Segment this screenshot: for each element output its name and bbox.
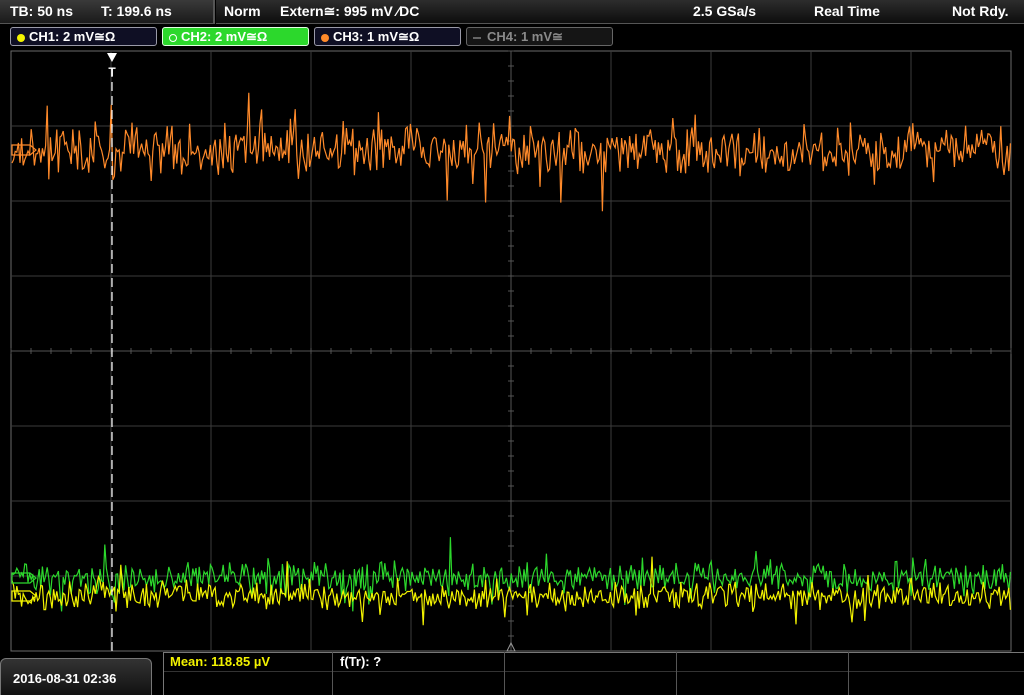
- trigger-markers[interactable]: T: [11, 53, 516, 652]
- frequency-measurement[interactable]: f(Tr): ?: [340, 654, 381, 669]
- datetime-panel: 2016-08-31 02:36: [0, 658, 152, 695]
- datetime: 2016-08-31 02:36: [13, 671, 117, 686]
- bottom-bar: 2016-08-31 02:36 Mean: 118.85 µV f(Tr): …: [0, 652, 1024, 695]
- ch3-level-marker[interactable]: [11, 144, 37, 156]
- measurement-panel[interactable]: Mean: 118.85 µV f(Tr): ?: [163, 652, 1024, 695]
- trigger-marker-label[interactable]: T: [108, 65, 116, 79]
- mean-measurement[interactable]: Mean: 118.85 µV: [170, 654, 270, 669]
- waveform-display[interactable]: T: [0, 0, 1024, 652]
- trigger-position-icon[interactable]: [107, 53, 117, 62]
